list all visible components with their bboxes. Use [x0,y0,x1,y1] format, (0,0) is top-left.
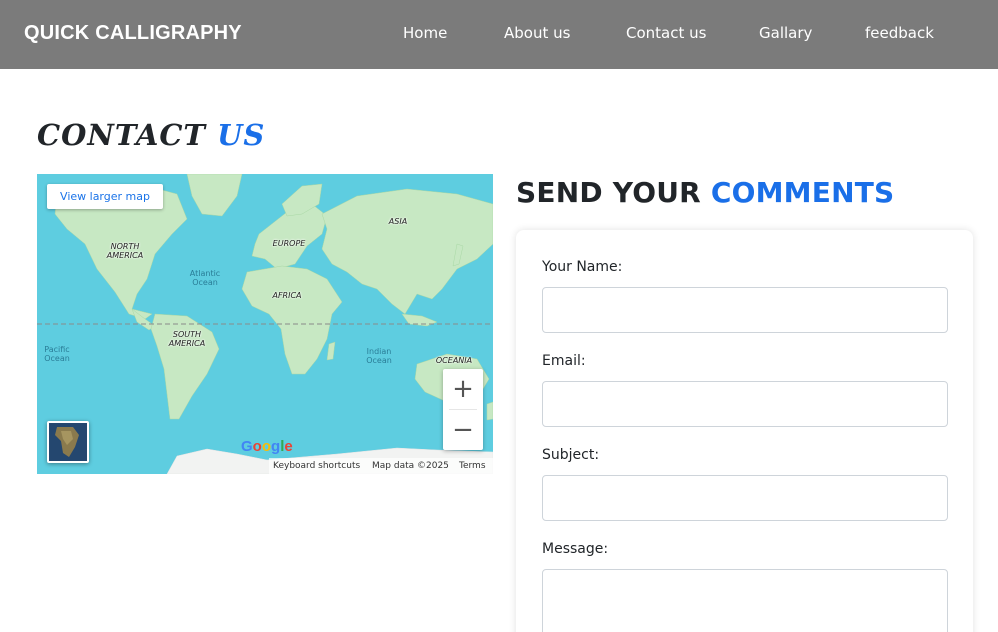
nav-link-feedback[interactable]: feedback [865,24,934,42]
name-label: Your Name: [542,259,623,275]
zoom-controls: + − [443,369,483,450]
nav-link-contact-us[interactable]: Contact us [626,24,706,42]
contact-heading-text: CONTACT [37,118,207,152]
map-label-oceania: OCEANIA [435,356,473,365]
satellite-thumbnail-icon [49,423,87,461]
send-heading-text: SEND YOUR [516,176,701,209]
map-label-atlantic-ocean: Atlantic Ocean [189,269,221,287]
navbar: QUICK CALLIGRAPHY Home About us Contact … [0,0,998,69]
google-logo: Google [241,438,293,455]
send-comments-heading: SEND YOUR COMMENTS [516,176,894,209]
map-label-north-america: NORTH AMERICA [106,242,144,260]
message-label: Message: [542,541,609,557]
map-label-asia: ASIA [388,217,408,226]
nav-link-about-us[interactable]: About us [504,24,570,42]
world-map-graphic [37,174,493,474]
name-input[interactable] [542,287,948,333]
map-data-text: Map data ©2025 [372,461,449,471]
terms-link[interactable]: Terms [459,458,486,474]
contact-heading-accent: US [217,118,266,152]
brand-logo-text[interactable]: QUICK CALLIGRAPHY [24,22,242,45]
keyboard-shortcuts-link[interactable]: Keyboard shortcuts [273,458,360,474]
zoom-in-icon[interactable]: + [443,369,483,409]
subject-label: Subject: [542,447,600,463]
comment-form-card: Your Name: Email: Subject: Message: [516,230,973,632]
map-label-africa: AFRICA [272,291,302,300]
nav-link-home[interactable]: Home [403,24,447,42]
map-attribution: Keyboard shortcuts Map data ©2025 Terms [269,458,493,474]
subject-input[interactable] [542,475,948,521]
zoom-out-icon[interactable]: − [443,410,483,450]
map-label-pacific-ocean: Pacific Ocean [44,345,70,363]
map-label-indian-ocean: Indian Ocean [366,347,392,365]
message-textarea[interactable] [542,569,948,632]
satellite-view-toggle[interactable] [47,421,89,463]
embedded-map[interactable]: NORTH AMERICA EUROPE ASIA AFRICA SOUTH A… [37,174,493,474]
map-label-europe: EUROPE [272,239,306,248]
nav-link-gallary[interactable]: Gallary [759,24,812,42]
map-label-south-america: SOUTH AMERICA [168,330,206,348]
send-heading-accent: COMMENTS [710,176,895,209]
view-larger-map-link[interactable]: View larger map [47,184,163,209]
email-input[interactable] [542,381,948,427]
email-label: Email: [542,353,586,369]
contact-us-heading: CONTACT US [37,118,265,152]
